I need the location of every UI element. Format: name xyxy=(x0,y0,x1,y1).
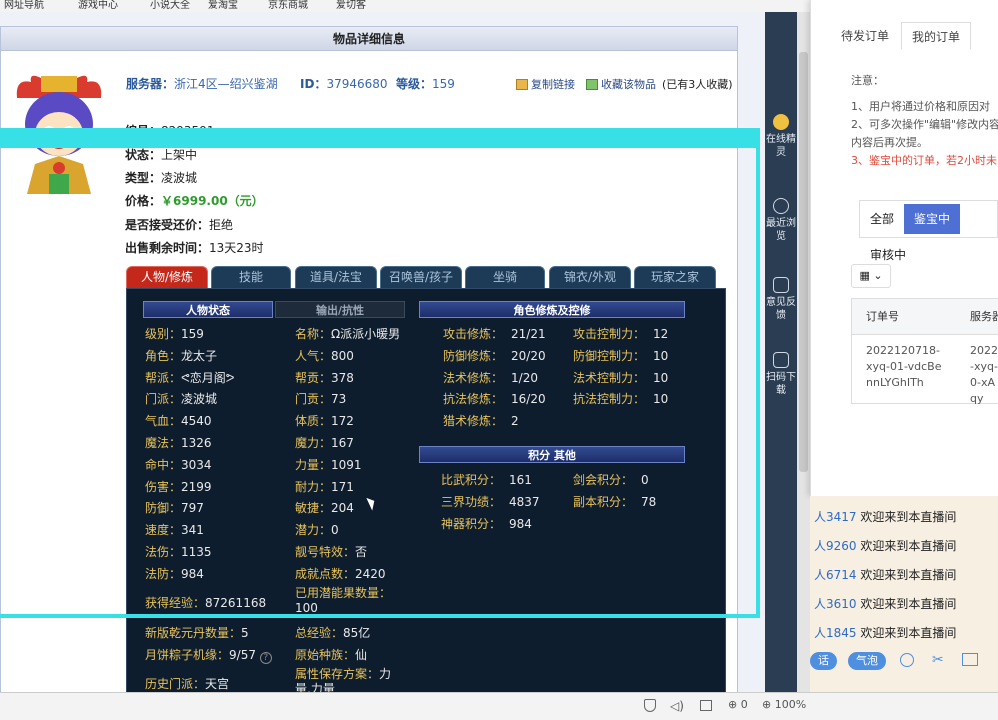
chat-user[interactable]: 人1845 xyxy=(814,626,857,640)
filter-all[interactable]: 全部 xyxy=(860,204,904,234)
chat-user[interactable]: 人3417 xyxy=(814,510,857,524)
chat-user[interactable]: 人6714 xyxy=(814,568,857,582)
download-icon: ⊕ xyxy=(728,698,738,711)
sidebar-label-feedback: 意见反馈 xyxy=(766,297,796,321)
shield-icon[interactable] xyxy=(644,699,656,712)
download-count[interactable]: ⊕ 0 xyxy=(728,698,748,711)
bookmark-1[interactable]: 网址导航 xyxy=(4,0,44,11)
order-table: 订单号 服务器 2022120718-xyq-01-vdcBennLYGhITh … xyxy=(851,298,998,405)
copy-icon xyxy=(516,79,528,90)
level-label: 等级： xyxy=(396,77,433,91)
sidebar-label-qrcode: 扫码下载 xyxy=(766,372,796,396)
order-server: 2022-xyq-0-xAqy xyxy=(970,344,998,405)
qianyuan-value: 5 xyxy=(241,626,249,640)
zoom-control[interactable]: ⊕ 100% xyxy=(762,698,806,711)
edit-icon xyxy=(773,277,789,293)
chat-talk-button[interactable]: 话 xyxy=(810,652,837,670)
note-1: 1、用户将通过价格和原因对 xyxy=(851,100,990,113)
chat-msg: 欢迎来到本直播间 xyxy=(860,597,957,611)
bookmark-3[interactable]: 小说大全 xyxy=(150,0,190,11)
chat-user[interactable]: 人3610 xyxy=(814,597,857,611)
clock-icon xyxy=(773,198,789,214)
scan-icon xyxy=(773,352,789,368)
sidebar-item-feedback[interactable]: 意见反馈 xyxy=(765,277,797,322)
bookmark-2[interactable]: 游戏中心 xyxy=(78,0,118,11)
chat-toolbar: 话 气泡 ✂ xyxy=(810,648,998,674)
capture-frame xyxy=(0,128,760,618)
chat-msg: 欢迎来到本直播间 xyxy=(860,568,957,582)
bookmark-6[interactable]: 爱切客 xyxy=(336,0,366,11)
chat-user[interactable]: 人9260 xyxy=(814,539,857,553)
filter-appraising[interactable]: 鉴宝中 xyxy=(904,204,961,234)
star-icon xyxy=(586,79,598,90)
bookmark-bar: 网址导航 游戏中心 小说大全 爱淘宝 京东商城 爱切客 xyxy=(0,0,810,12)
note-4: 3、鉴宝中的订单，若2小时未 xyxy=(851,154,997,167)
sidebar-label-recent: 最近浏览 xyxy=(766,218,796,242)
order-id[interactable]: 2022120718-xyq-01-vdcBennLYGhITh xyxy=(852,335,956,399)
zoom-icon: ⊕ xyxy=(762,698,772,711)
level-value: 159 xyxy=(432,77,455,91)
race-label: 原始种族： xyxy=(295,648,356,662)
server-label: 服务器： xyxy=(126,77,175,91)
tab-my-orders[interactable]: 我的订单 xyxy=(901,22,972,50)
zongzi-label: 月饼粽子机缘： xyxy=(145,648,230,662)
chat-msg: 欢迎来到本直播间 xyxy=(860,510,957,524)
sidebar-item-online-helper[interactable]: 在线精灵 xyxy=(765,114,797,159)
total-exp-value: 85亿 xyxy=(343,626,371,640)
help-icon[interactable]: ? xyxy=(259,652,272,664)
id-label: ID： xyxy=(300,77,327,91)
zoom-value: 100% xyxy=(774,698,807,711)
race-value: 仙 xyxy=(355,648,368,662)
history-label: 历史门派： xyxy=(145,677,206,691)
live-chat: 人3417 欢迎来到本直播间 人9260 欢迎来到本直播间 人6714 欢迎来到… xyxy=(810,496,998,692)
scrollbar-thumb[interactable] xyxy=(799,52,808,472)
col-server: 服务器 xyxy=(970,310,998,323)
emoji-icon[interactable] xyxy=(900,653,914,667)
browser-status-bar: ◁) ⊕ 0 ⊕ 100% xyxy=(0,692,998,720)
panel-title: 物品详细信息 xyxy=(1,27,737,51)
history-value: 天宫 xyxy=(205,677,230,691)
right-tool-sidebar: 在线精灵 最近浏览 意见反馈 扫码下载 xyxy=(765,12,797,692)
sound-icon[interactable]: ◁) xyxy=(670,699,684,713)
note-title: 注意： xyxy=(851,74,884,87)
chat-msg: 欢迎来到本直播间 xyxy=(860,539,957,553)
note-2: 2、可多次操作"编辑"修改内容 xyxy=(851,118,998,131)
sidebar-label-online: 在线精灵 xyxy=(766,134,796,158)
order-notes: 注意： 1、用户将通过价格和原因对 2、可多次操作"编辑"修改内容 内容后再次提… xyxy=(851,72,998,170)
sidebar-item-qrcode[interactable]: 扫码下载 xyxy=(765,352,797,397)
save-plan-label: 属性保存方案： xyxy=(295,667,380,681)
column-toggle-button[interactable]: ▦ ⌄ xyxy=(851,264,891,288)
scissors-icon[interactable]: ✂ xyxy=(932,652,944,668)
bookmark-4[interactable]: 爱淘宝 xyxy=(208,0,238,11)
image-icon[interactable] xyxy=(962,653,978,666)
id-value: 37946680 xyxy=(326,77,388,91)
qianyuan-label: 新版乾元丹数量： xyxy=(145,626,242,640)
helper-icon xyxy=(773,114,789,130)
chat-msg: 欢迎来到本直播间 xyxy=(860,626,957,640)
copy-link-button[interactable]: 复制链接 xyxy=(516,76,575,92)
total-exp-label: 总经验： xyxy=(295,626,344,640)
col-order-no: 订单号 xyxy=(866,310,899,323)
sidebar-item-recent[interactable]: 最近浏览 xyxy=(765,198,797,243)
favorite-label: 收藏该物品 xyxy=(601,78,656,91)
copy-link-label: 复制链接 xyxy=(531,78,575,91)
page-scrollbar[interactable] xyxy=(797,12,810,692)
grid-icon: ▦ ⌄ xyxy=(859,269,883,282)
server-value: 浙江4区—绍兴鉴湖 xyxy=(174,77,278,91)
tab-pending-orders[interactable]: 待发订单 xyxy=(831,22,899,50)
note-3: 内容后再次提。 xyxy=(851,136,928,149)
zongzi-value: 9/57 xyxy=(229,648,256,662)
download-count-value: 0 xyxy=(740,698,748,711)
lock-icon[interactable] xyxy=(700,700,712,711)
favorite-button[interactable]: 收藏该物品 xyxy=(586,76,656,92)
order-filter: 全部 鉴宝中审核中 xyxy=(859,200,998,262)
favorite-count: (已有3人收藏) xyxy=(662,78,733,91)
bookmark-5[interactable]: 京东商城 xyxy=(268,0,308,11)
chat-bubble-button[interactable]: 气泡 xyxy=(848,652,886,670)
order-popup: 待发订单 我的订单 注意： 1、用户将通过价格和原因对 2、可多次操作"编辑"修… xyxy=(810,0,998,496)
